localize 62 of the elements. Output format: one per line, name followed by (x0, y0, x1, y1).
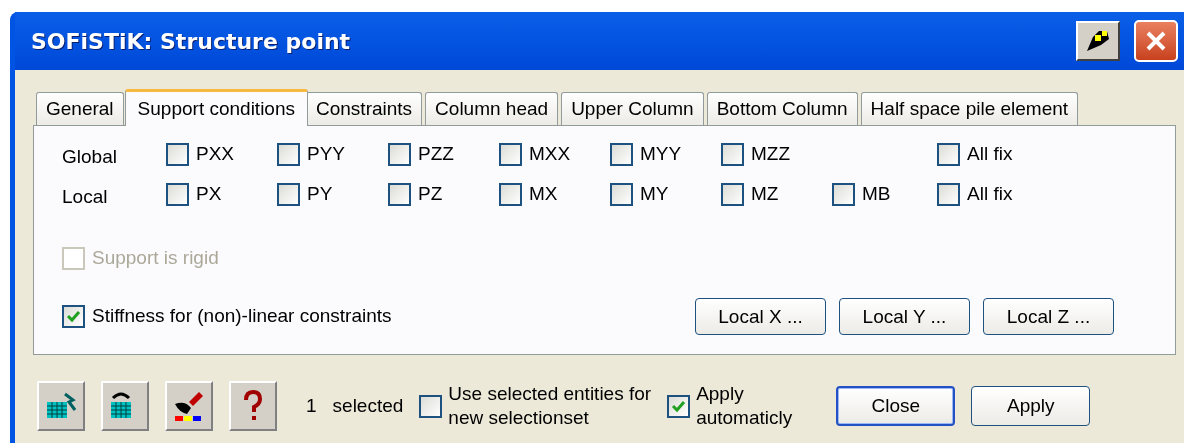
context-help-button[interactable] (1076, 21, 1120, 61)
checkbox[interactable] (388, 142, 411, 166)
checkbox[interactable] (388, 182, 411, 206)
dialog-button[interactable]: Close (836, 386, 956, 426)
checkbox[interactable] (62, 304, 85, 328)
checkbox-label[interactable]: MZZ (751, 139, 791, 169)
tab[interactable]: Half space pile element (860, 92, 1079, 125)
checkbox-label[interactable]: PYY (307, 139, 346, 169)
tab[interactable]: Bottom Column (706, 92, 858, 125)
toolbar-button[interactable] (229, 381, 277, 431)
checkbox[interactable] (610, 142, 633, 166)
checkbox[interactable] (937, 182, 960, 206)
checkbox-label[interactable]: Use selected entities for new selectionset (448, 382, 652, 430)
checkbox-label[interactable]: MZ (751, 179, 779, 209)
toolbar-button[interactable] (165, 381, 213, 431)
checkbox-label[interactable]: MY (640, 179, 669, 209)
checkbox[interactable] (610, 182, 633, 206)
close-button[interactable] (1134, 20, 1178, 62)
checkbox[interactable] (832, 182, 855, 206)
checkbox-label[interactable]: Stiffness for (non)-linear constraints (92, 302, 392, 331)
checkmark-icon (66, 309, 81, 323)
local-axis-button[interactable]: Local X ... (695, 298, 826, 336)
checkbox-label[interactable]: PZ (418, 179, 443, 209)
checkbox-label[interactable]: MXX (529, 139, 571, 169)
checkbox[interactable] (937, 142, 960, 166)
row-label: Local (62, 184, 109, 209)
checkbox[interactable] (499, 182, 522, 206)
checkbox[interactable] (499, 142, 522, 166)
toolbar-button[interactable] (37, 381, 85, 431)
local-axis-button[interactable]: Local Z ... (983, 298, 1114, 336)
checkbox[interactable] (166, 142, 189, 166)
checkbox-label[interactable]: Apply automaticly (696, 382, 793, 430)
checkbox-label[interactable]: MX (529, 179, 558, 209)
checkbox[interactable] (277, 142, 300, 166)
checkbox[interactable] (277, 182, 300, 206)
checkbox-label[interactable]: MB (862, 179, 891, 209)
row-label: Global (62, 144, 118, 169)
tab[interactable]: General (36, 92, 124, 125)
checkbox-label[interactable]: PY (307, 179, 333, 209)
selection-count: 1 (306, 393, 317, 418)
tab[interactable]: Constraints (306, 92, 423, 125)
checkbox[interactable] (721, 182, 744, 206)
checkbox-label[interactable]: All fix (967, 179, 1013, 209)
close-icon (1144, 29, 1168, 53)
checkbox[interactable] (667, 394, 691, 418)
checkbox-label[interactable]: PX (196, 179, 222, 209)
toolbar-button[interactable] (101, 381, 149, 431)
checkbox-label[interactable]: PZZ (418, 139, 454, 169)
checkbox-label[interactable]: MYY (640, 139, 682, 169)
checkbox[interactable] (721, 142, 744, 166)
checkmark-icon (671, 399, 687, 413)
selection-label: selected (332, 393, 404, 418)
checkbox-label[interactable]: All fix (967, 139, 1013, 169)
local-axis-button[interactable]: Local Y ... (839, 298, 970, 336)
checkbox[interactable] (166, 182, 189, 206)
checkbox[interactable] (419, 394, 443, 418)
tab[interactable]: Support conditions (124, 89, 308, 126)
dialog-button[interactable]: Apply (971, 386, 1091, 426)
checkbox-label[interactable]: PXX (196, 139, 235, 169)
tab[interactable]: Column head (425, 92, 559, 125)
tab[interactable]: Upper Column (561, 92, 704, 125)
window-title: SOFiSTiK: Structure point (31, 27, 351, 56)
